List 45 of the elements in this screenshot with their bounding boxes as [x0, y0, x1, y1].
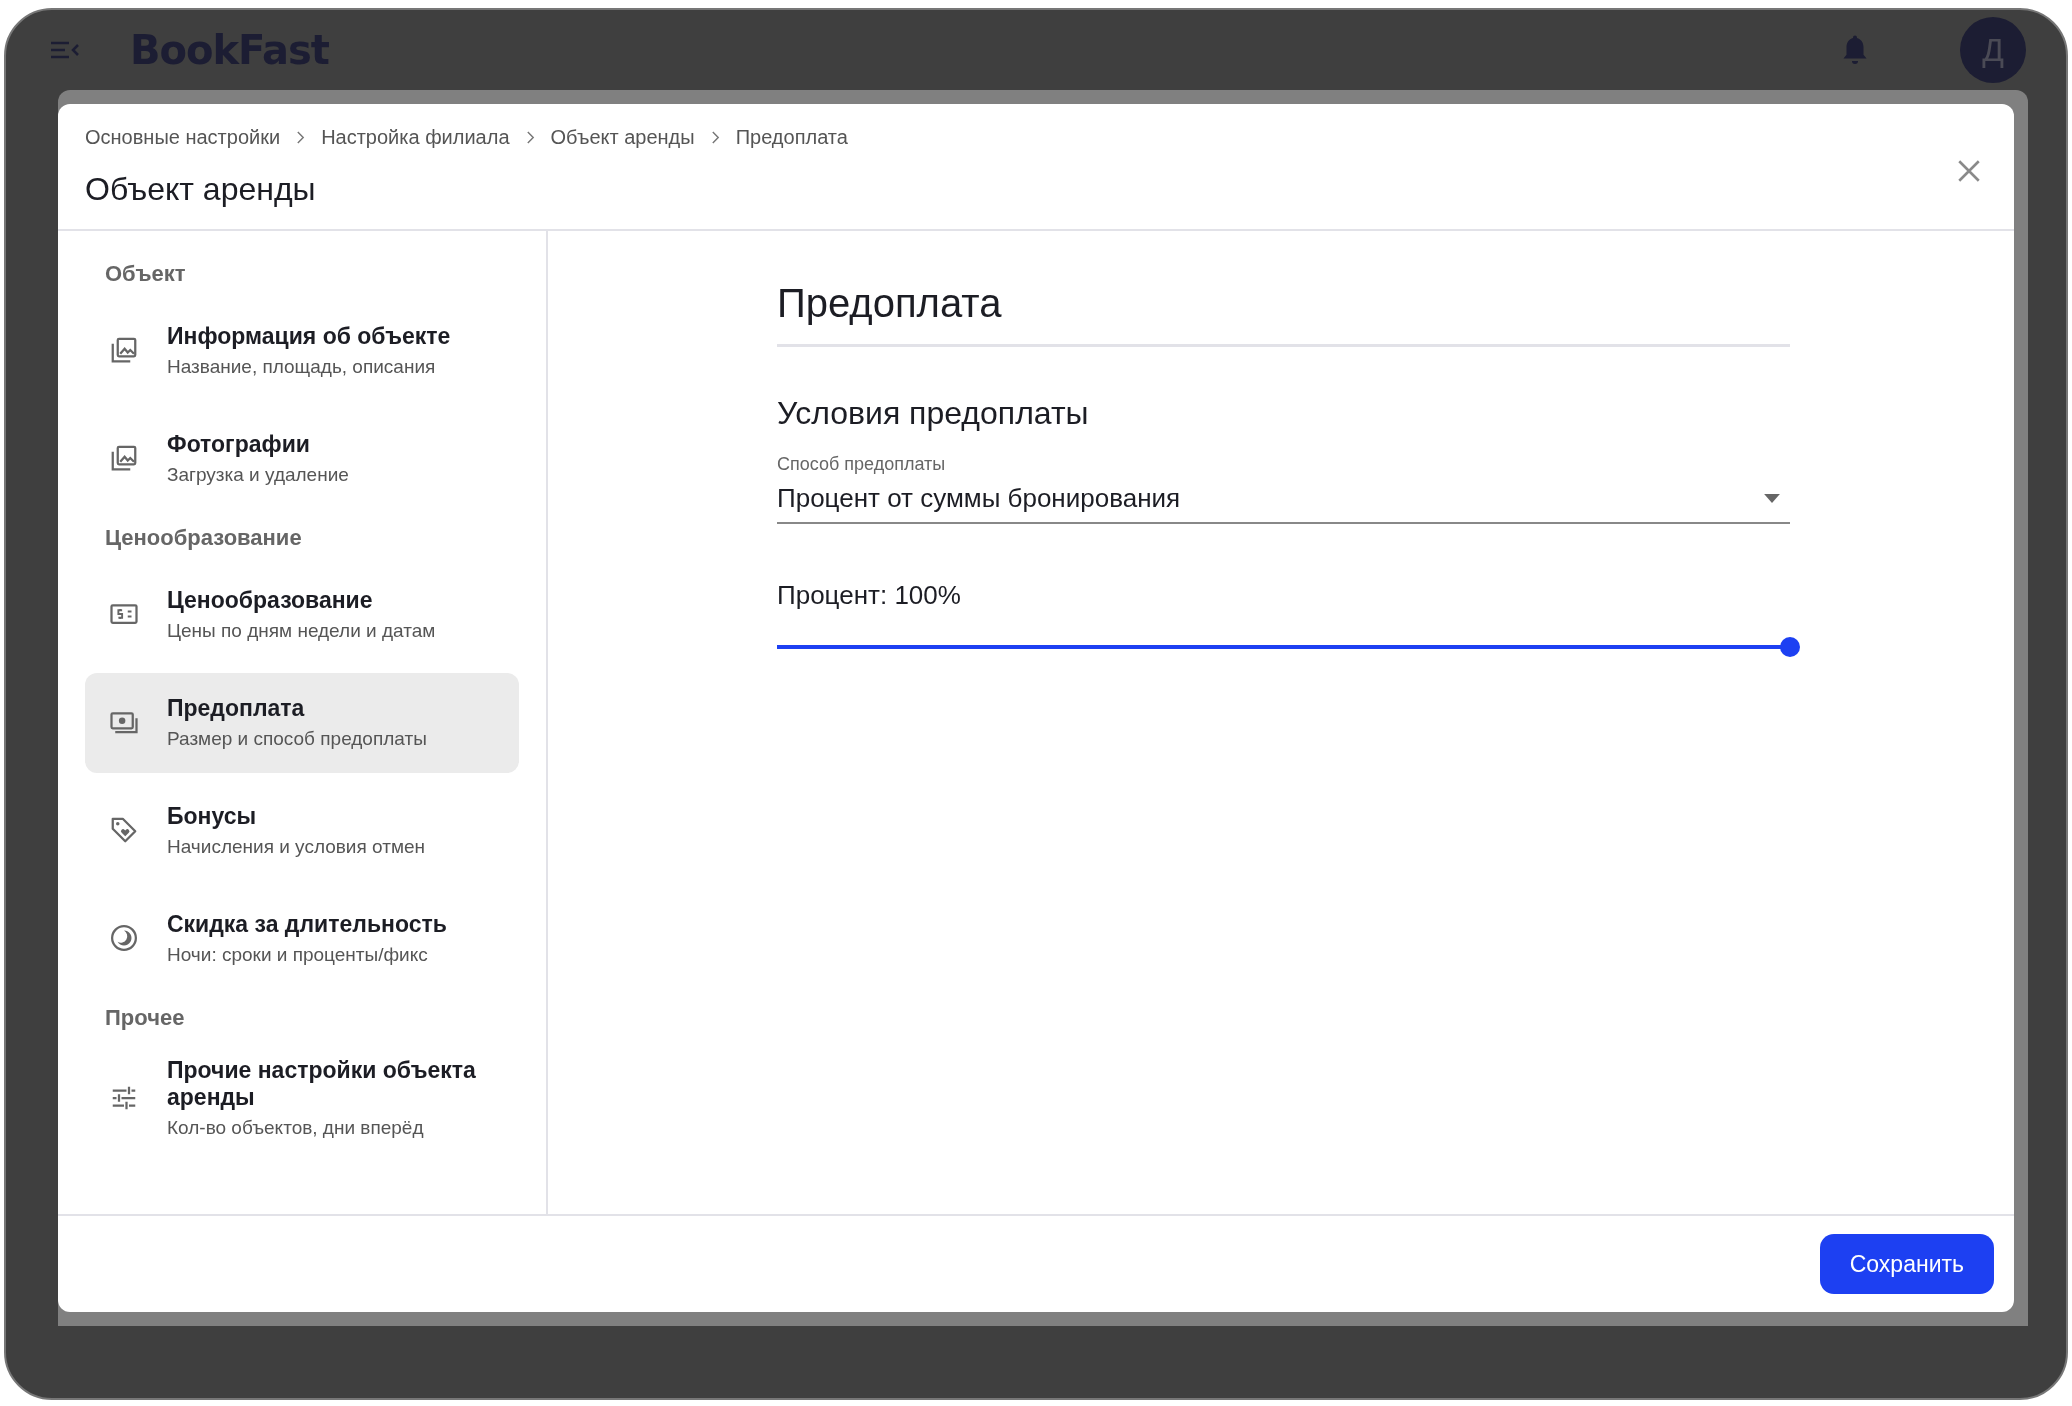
nav-item[interactable]: Скидка за длительность Ночи: сроки и проценты/фикс: [85, 889, 519, 989]
breadcrumb-link[interactable]: Объект аренды: [550, 126, 695, 149]
nav-item[interactable]: Ценообразование Цены по дням недели и датам: [85, 565, 519, 665]
nav-item-subtitle: Цены по дням недели и датам: [167, 619, 436, 642]
photos-icon: [109, 443, 139, 473]
nav-item-title: Прочие настройки объекта аренды: [167, 1057, 477, 1111]
breadcrumb-link[interactable]: Основные настройки: [85, 126, 281, 149]
section-title: Условия предоплаты: [777, 395, 1090, 432]
field-label: Способ предоплаты: [777, 454, 947, 475]
breadcrumb-link[interactable]: Предоплата: [735, 126, 848, 149]
section-heading: Ценообразование: [104, 524, 303, 551]
section-heading: Объект: [104, 260, 187, 287]
breadcrumb-link[interactable]: Настройка филиала: [321, 126, 510, 149]
field-value: Процент от суммы бронирования: [777, 483, 1181, 514]
select-field[interactable]: Способ предоплаты Процент от суммы бронирования: [777, 454, 1790, 524]
dialog-title: Объект аренды: [85, 171, 317, 208]
chevron-right-icon: [525, 131, 535, 144]
nav-item[interactable]: Прочие настройки объекта аренды Кол-во объектов, дни вперёд: [85, 1045, 519, 1153]
nav-item-title: Предоплата: [167, 694, 306, 722]
nav-item-title: Ценообразование: [167, 586, 374, 614]
section-heading: Прочее: [104, 1004, 186, 1031]
nav-item-title: Информация об объекте: [167, 322, 451, 350]
save-button[interactable]: Сохранить: [1819, 1234, 1994, 1294]
photos-icon: [109, 335, 139, 365]
nav-item-subtitle: Ночи: сроки и проценты/фикс: [167, 943, 429, 966]
nav-item-subtitle: Начисления и условия отмен: [167, 835, 425, 858]
chevron-right-icon: [296, 131, 306, 144]
nav-item-title: Фотографии: [167, 430, 311, 458]
tag-heart-icon: [109, 815, 139, 845]
nav-item-title: Скидка за длительность: [167, 910, 447, 938]
slider-label: Процент: 100%: [777, 580, 962, 611]
slider-thumb[interactable]: [1780, 637, 1800, 657]
nav-item[interactable]: Бонусы Начисления и условия отмен: [85, 781, 519, 881]
nav-item-subtitle: Размер и способ предоплаты: [167, 727, 427, 750]
dropdown-arrow-icon: [1764, 494, 1780, 503]
page-title: Предоплата: [777, 281, 1790, 347]
chevron-right-icon: [710, 131, 720, 144]
close-icon[interactable]: [1956, 158, 1982, 184]
nav-item[interactable]: Фотографии Загрузка и удаление: [85, 409, 519, 509]
nav-item-subtitle: Загрузка и удаление: [167, 463, 349, 486]
nav-item-subtitle: Название, площадь, описания: [167, 355, 437, 378]
nav-item-title: Бонусы: [167, 802, 258, 830]
nav-item[interactable]: Информация об объекте Название, площадь, описания: [85, 301, 519, 401]
nav-item[interactable]: Предоплата Размер и способ предоплаты: [85, 673, 519, 773]
nav-item-subtitle: Кол-во объектов, дни вперёд: [167, 1117, 425, 1139]
